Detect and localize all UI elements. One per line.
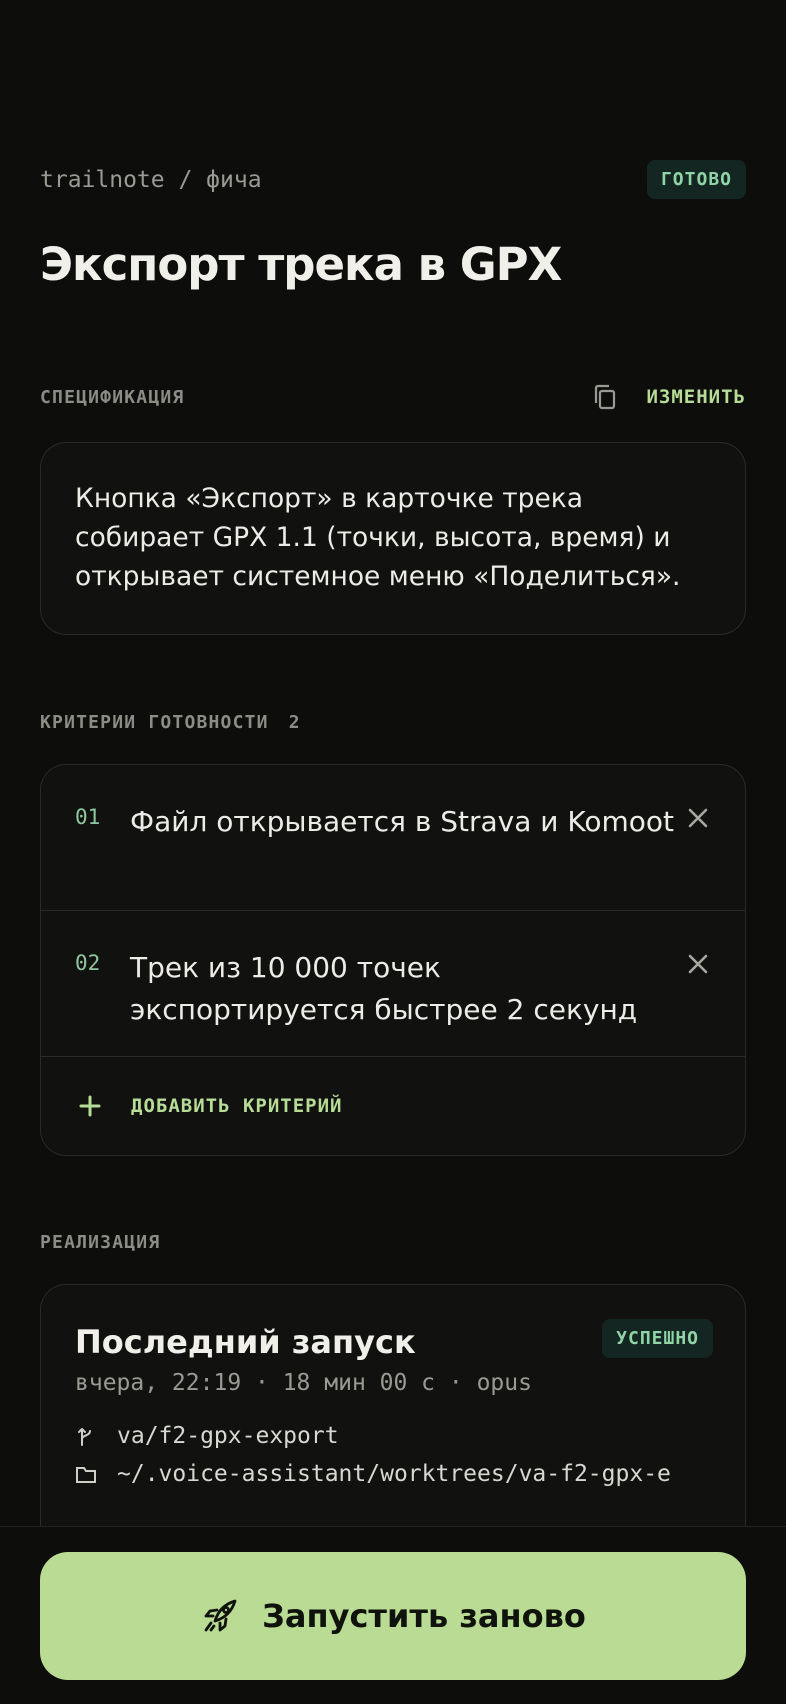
run-status-badge: УСПЕШНО <box>602 1319 713 1358</box>
rocket-icon <box>200 1596 240 1636</box>
path-line: ~/.voice-assistant/worktrees/va-f2-gpx-e <box>75 1461 713 1487</box>
rerun-button[interactable]: Запустить заново <box>40 1552 746 1680</box>
criteria-label-text: КРИТЕРИИ ГОТОВНОСТИ <box>40 712 269 733</box>
criterion-number: 01 <box>75 805 101 829</box>
add-criterion-button[interactable]: ДОБАВИТЬ КРИТЕРИЙ <box>41 1057 745 1155</box>
branch-name[interactable]: va/f2-gpx-export <box>117 1423 339 1449</box>
spec-actions: ИЗМЕНИТЬ <box>592 384 746 410</box>
impl-section-header: РЕАЛИЗАЦИЯ <box>40 1232 746 1253</box>
run-title: Последний запуск <box>75 1323 416 1361</box>
plus-icon <box>79 1095 101 1117</box>
criterion-number: 02 <box>75 951 101 975</box>
criterion-item: 02 Трек из 10 000 точек экспортируется б… <box>41 911 745 1057</box>
impl-section-label: РЕАЛИЗАЦИЯ <box>40 1232 161 1253</box>
close-icon[interactable] <box>687 807 709 829</box>
criteria-section-header: КРИТЕРИИ ГОТОВНОСТИ 2 <box>40 712 746 733</box>
copy-icon[interactable] <box>592 384 618 410</box>
branch-line: va/f2-gpx-export <box>75 1423 713 1449</box>
worktree-path[interactable]: ~/.voice-assistant/worktrees/va-f2-gpx-e <box>117 1461 671 1487</box>
page-title: Экспорт трека в GPX <box>40 238 562 291</box>
spec-section-header: СПЕЦИФИКАЦИЯ ИЗМЕНИТЬ <box>40 384 746 410</box>
criteria-count: 2 <box>288 712 301 733</box>
criterion-item: 01 Файл открывается в Strava и Komoot <box>41 765 745 911</box>
edit-spec-button[interactable]: ИЗМЕНИТЬ <box>646 386 746 408</box>
page-header: trailnote / фича ГОТОВО <box>40 160 746 199</box>
folder-icon <box>75 1463 97 1485</box>
rerun-label: Запустить заново <box>262 1597 586 1635</box>
breadcrumb[interactable]: trailnote / фича <box>40 167 262 193</box>
spec-section-label: СПЕЦИФИКАЦИЯ <box>40 386 185 408</box>
run-header: Последний запуск УСПЕШНО <box>75 1319 713 1361</box>
criteria-card: 01 Файл открывается в Strava и Komoot 02… <box>40 764 746 1156</box>
add-criterion-label: ДОБАВИТЬ КРИТЕРИЙ <box>131 1095 343 1117</box>
git-branch-icon <box>75 1425 97 1447</box>
criterion-text[interactable]: Файл открывается в Strava и Komoot <box>130 801 674 910</box>
criteria-section-label: КРИТЕРИИ ГОТОВНОСТИ 2 <box>40 712 301 733</box>
spec-card: Кнопка «Экспорт» в карточке трека собира… <box>40 442 746 635</box>
spec-text: Кнопка «Экспорт» в карточке трека собира… <box>75 483 681 592</box>
status-badge: ГОТОВО <box>646 160 746 199</box>
criterion-text[interactable]: Трек из 10 000 точек экспортируется быст… <box>130 947 675 1056</box>
close-icon[interactable] <box>687 953 709 975</box>
run-meta: вчера, 22:19 · 18 мин 00 с · opus <box>75 1370 532 1396</box>
